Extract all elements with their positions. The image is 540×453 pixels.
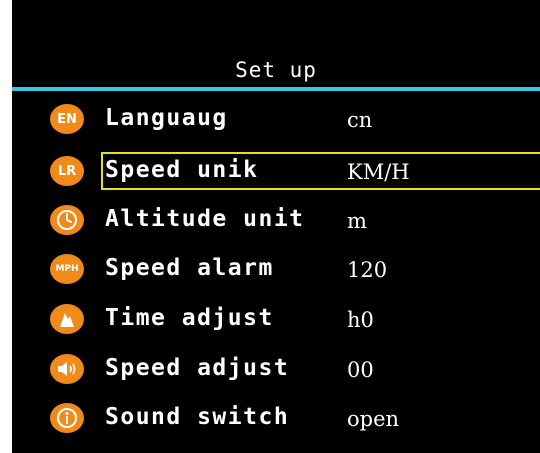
menu-item-value: h0 [347, 308, 374, 332]
menu-item-value: cn [347, 108, 373, 132]
menu-item-altitude-unit[interactable]: Altitude unit m [12, 200, 540, 244]
mountain-icon [50, 304, 84, 334]
menu-item-label: Speed adjust [105, 355, 290, 381]
menu-item-sound-switch[interactable]: Sound switch open [12, 398, 540, 442]
menu-item-value: KM/H [347, 160, 410, 184]
title-divider [12, 87, 540, 91]
speaker-icon [50, 354, 84, 384]
menu-item-value: m [347, 209, 367, 233]
menu-item-label: Altitude unit [105, 206, 305, 232]
info-icon [50, 403, 84, 433]
menu-item-label: Time adjust [105, 305, 274, 331]
menu-item-time-adjust[interactable]: Time adjust h0 [12, 299, 540, 343]
menu-item-language[interactable]: EN Languaug cn [12, 99, 540, 143]
page-title: Set up [235, 58, 317, 82]
clock-icon [50, 205, 84, 235]
en-icon: EN [50, 104, 84, 134]
menu-item-label: Speed alarm [105, 255, 274, 281]
menu-item-speed-unit[interactable]: LR Speed unik KM/H [12, 151, 540, 195]
menu-item-value: open [347, 407, 400, 431]
menu-item-label: Languaug [105, 105, 228, 131]
menu-item-speed-alarm[interactable]: MPH Speed alarm 120 [12, 249, 540, 293]
mph-icon: MPH [50, 254, 84, 284]
menu-item-label: Speed unik [105, 157, 259, 183]
lr-icon: LR [50, 156, 84, 186]
menu-item-label: Sound switch [105, 404, 290, 430]
menu-item-speed-adjust[interactable]: Speed adjust 00 [12, 349, 540, 393]
menu-item-value: 120 [347, 258, 388, 282]
device-screen: Set up EN Languaug cn LR Speed unik KM/H… [12, 0, 540, 453]
menu-item-value: 00 [347, 358, 374, 382]
